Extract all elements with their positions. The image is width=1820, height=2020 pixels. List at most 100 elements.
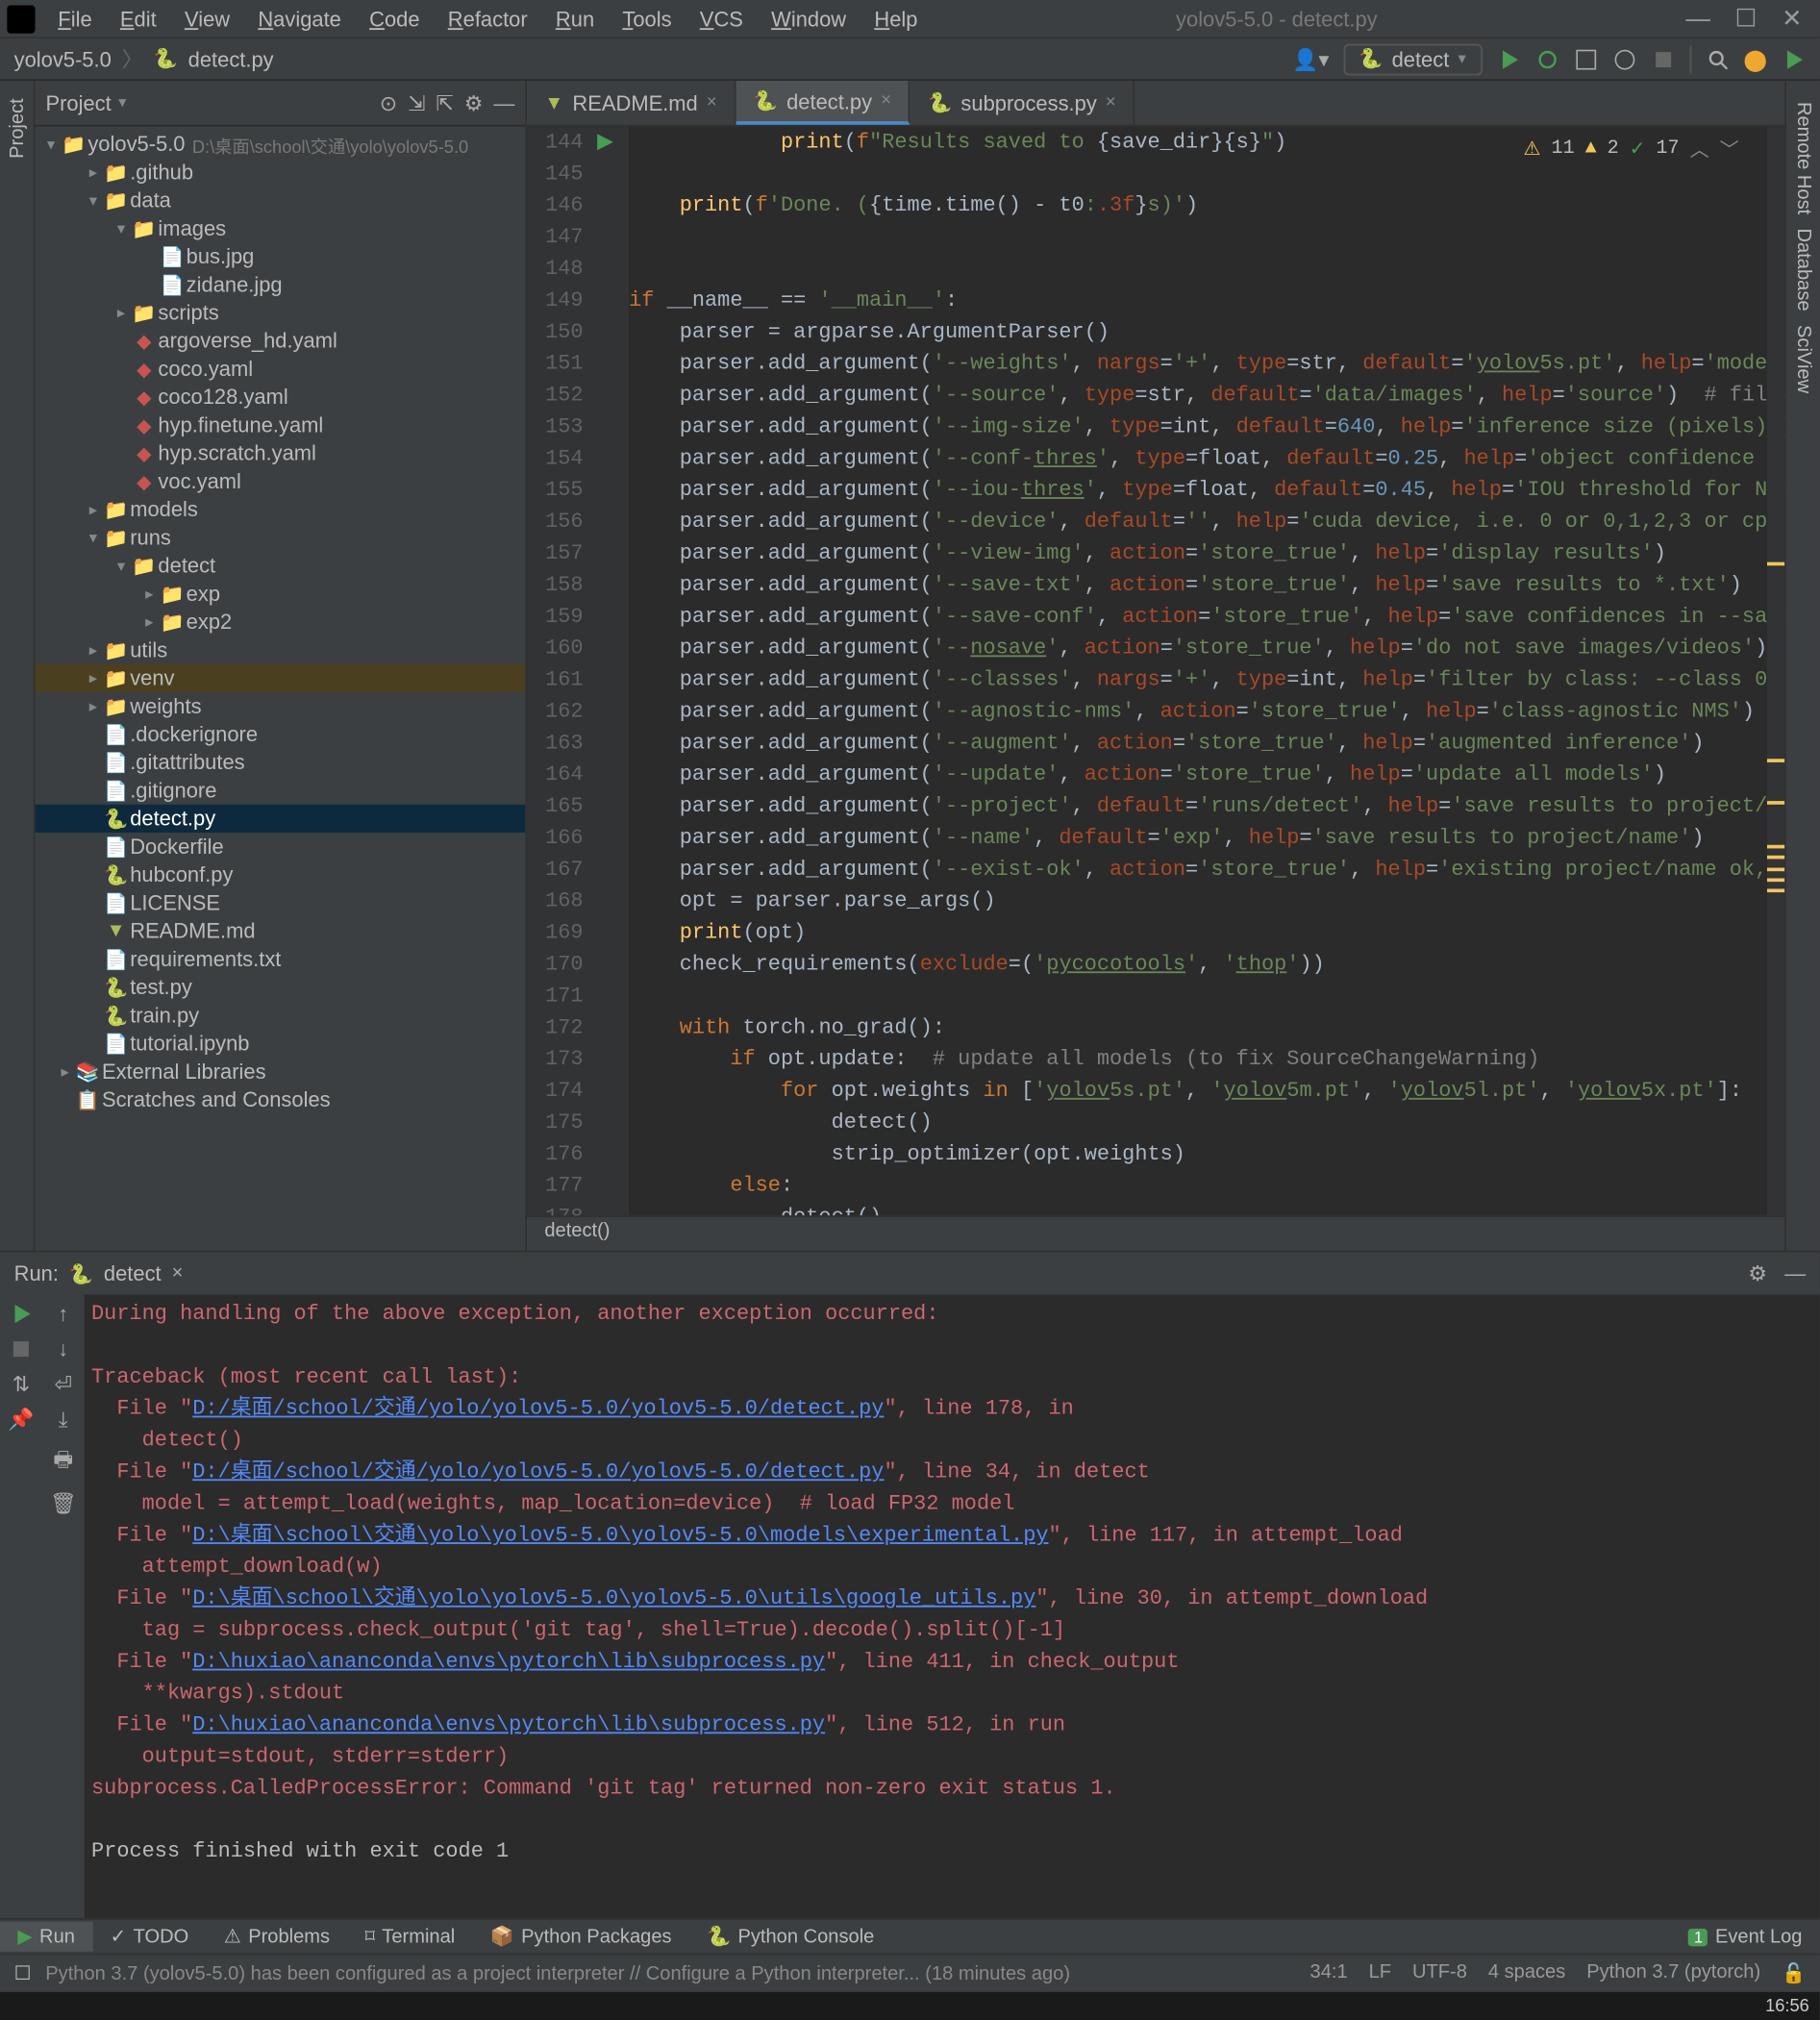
todo-tab[interactable]: ✓TODO	[92, 1922, 206, 1952]
terminal-tab[interactable]: ⌑Terminal	[347, 1922, 472, 1952]
tree-item-tutorial-ipynb[interactable]: 📄tutorial.ipynb	[36, 1030, 526, 1058]
error-stripe[interactable]	[1767, 127, 1784, 1216]
stop-button[interactable]	[1651, 46, 1676, 71]
tree-item-coco128-yaml[interactable]: ◆coco128.yaml	[36, 383, 526, 411]
minimize-button[interactable]: —	[1685, 4, 1710, 34]
pin-icon[interactable]: 📌	[8, 1407, 34, 1432]
settings-icon[interactable]: ⚙	[464, 90, 484, 115]
rerun-icon[interactable]	[9, 1302, 34, 1327]
up-stack-icon[interactable]: ↑	[58, 1302, 68, 1327]
close-tab-icon[interactable]: ×	[172, 1263, 184, 1284]
database-tab[interactable]: Database	[1789, 222, 1817, 319]
menu-run[interactable]: Run	[543, 1, 607, 37]
run-button[interactable]	[1496, 46, 1521, 71]
tree-item-models[interactable]: ▸📁models	[36, 495, 526, 523]
tree-item-External-Libraries[interactable]: ▸📚External Libraries	[36, 1058, 526, 1085]
tree-item-exp[interactable]: ▸📁exp	[36, 580, 526, 608]
menu-help[interactable]: Help	[862, 1, 931, 37]
project-tool-tab[interactable]: Project	[3, 91, 31, 165]
interpreter-info[interactable]: Python 3.7 (pytorch)	[1586, 1962, 1760, 1985]
stop-run-icon[interactable]	[9, 1336, 34, 1361]
user-icon[interactable]: 👤▾	[1292, 46, 1329, 71]
ide-update-icon[interactable]: ⬤	[1743, 46, 1767, 71]
tree-item-exp2[interactable]: ▸📁exp2	[36, 608, 526, 636]
menu-file[interactable]: File	[46, 1, 105, 37]
code-editor[interactable]: print(f"Results saved to {save_dir}{s}")…	[629, 127, 1784, 1216]
breadcrumb-file[interactable]: detect.py	[188, 46, 274, 71]
debug-button[interactable]	[1534, 46, 1559, 71]
tree-item-detect-py[interactable]: 🐍detect.py	[36, 805, 526, 833]
run-config-combo[interactable]: 🐍 detect ▾	[1343, 43, 1482, 75]
tree-item-bus-jpg[interactable]: 📄bus.jpg	[36, 242, 526, 270]
tree-item-scripts[interactable]: ▸📁scripts	[36, 299, 526, 327]
close-button[interactable]: ✕	[1782, 4, 1802, 34]
clear-icon[interactable]: 🗑	[50, 1491, 77, 1516]
menu-vcs[interactable]: VCS	[687, 1, 756, 37]
inspection-widget[interactable]: ⚠11 ▲2 ✓17 ︿﹀	[1516, 134, 1746, 165]
python-packages-tab[interactable]: 📦Python Packages	[473, 1922, 689, 1952]
scroll-end-icon[interactable]: ⤓	[59, 1407, 68, 1433]
editor-breadcrumb[interactable]: detect()	[527, 1215, 1784, 1251]
tree-item-zidane-jpg[interactable]: 📄zidane.jpg	[36, 270, 526, 298]
tree-item-Dockerfile[interactable]: 📄Dockerfile	[36, 833, 526, 860]
menu-code[interactable]: Code	[357, 1, 432, 37]
tab-close-icon[interactable]: ×	[881, 91, 891, 111]
console-output[interactable]: During handling of the above exception, …	[85, 1294, 1820, 1918]
tree-item-train-py[interactable]: 🐍train.py	[36, 1001, 526, 1029]
tree-item--gitignore[interactable]: 📄.gitignore	[36, 777, 526, 805]
line-separator[interactable]: LF	[1369, 1962, 1391, 1985]
tree-item-data[interactable]: ▾📁data	[36, 187, 526, 214]
locate-icon[interactable]: ⊙	[380, 90, 397, 115]
collapse-icon[interactable]: ⇱	[436, 90, 453, 115]
tree-item-requirements-txt[interactable]: 📄requirements.txt	[36, 945, 526, 973]
file-encoding[interactable]: UTF-8	[1412, 1962, 1467, 1985]
menu-tools[interactable]: Tools	[611, 1, 685, 37]
ide-services-icon[interactable]	[1782, 46, 1807, 71]
remote-host-tab[interactable]: Remote Host	[1789, 95, 1817, 222]
python-console-tab[interactable]: 🐍Python Console	[689, 1922, 892, 1952]
tree-item-coco-yaml[interactable]: ◆coco.yaml	[36, 355, 526, 383]
menu-view[interactable]: View	[172, 1, 242, 37]
editor-tab-detect-py[interactable]: 🐍detect.py×	[736, 81, 910, 125]
lock-icon[interactable]: 🔓	[1782, 1962, 1806, 1985]
restore-layout-icon[interactable]: ⇅	[12, 1372, 30, 1397]
tree-item-weights[interactable]: ▸📁weights	[36, 692, 526, 720]
tree-item-LICENSE[interactable]: 📄LICENSE	[36, 888, 526, 916]
coverage-button[interactable]	[1573, 46, 1598, 71]
down-stack-icon[interactable]: ↓	[58, 1336, 68, 1361]
breadcrumb-project[interactable]: yolov5-5.0	[14, 46, 112, 71]
tab-close-icon[interactable]: ×	[707, 93, 717, 112]
caret-position[interactable]: 34:1	[1310, 1962, 1348, 1985]
tab-close-icon[interactable]: ×	[1106, 93, 1116, 112]
run-settings-icon[interactable]: ⚙	[1748, 1261, 1767, 1286]
tree-root[interactable]: ▾📁 yolov5-5.0 D:\桌面\school\交通\yolo\yolov…	[36, 130, 526, 158]
run-tab[interactable]: ▶Run	[0, 1922, 92, 1952]
menu-edit[interactable]: Edit	[108, 1, 168, 37]
run-hide-icon[interactable]: —	[1784, 1261, 1806, 1286]
tree-item--github[interactable]: ▸📁.github	[36, 158, 526, 186]
tree-item-Scratches-and-Consoles[interactable]: 📋Scratches and Consoles	[36, 1085, 526, 1113]
tree-item--gitattributes[interactable]: 📄.gitattributes	[36, 748, 526, 776]
tree-item-hubconf-py[interactable]: 🐍hubconf.py	[36, 860, 526, 888]
tree-item-test-py[interactable]: 🐍test.py	[36, 973, 526, 1001]
problems-tab[interactable]: ⚠Problems	[207, 1922, 348, 1952]
notification-icon[interactable]: ☐	[14, 1962, 32, 1985]
sciview-tab[interactable]: SciView	[1789, 318, 1817, 401]
tree-item-utils[interactable]: ▸📁utils	[36, 636, 526, 663]
tree-item-hyp-finetune-yaml[interactable]: ◆hyp.finetune.yaml	[36, 411, 526, 439]
tree-item-images[interactable]: ▾📁images	[36, 214, 526, 242]
editor-tab-subprocess-py[interactable]: 🐍subprocess.py×	[910, 81, 1135, 125]
menu-refactor[interactable]: Refactor	[436, 1, 539, 37]
expand-icon[interactable]: ⇲	[408, 90, 425, 115]
tree-item-argoverse_hd-yaml[interactable]: ◆argoverse_hd.yaml	[36, 327, 526, 355]
menu-window[interactable]: Window	[759, 1, 859, 37]
soft-wrap-icon[interactable]: ⏎	[55, 1372, 72, 1397]
print-icon[interactable]: 🖶	[53, 1444, 73, 1481]
maximize-button[interactable]: ☐	[1735, 4, 1758, 34]
tree-item-voc-yaml[interactable]: ◆voc.yaml	[36, 467, 526, 495]
menu-navigate[interactable]: Navigate	[246, 1, 354, 37]
hide-icon[interactable]: —	[493, 90, 514, 115]
tree-item-venv[interactable]: ▸📁venv	[36, 664, 526, 692]
search-everywhere-icon[interactable]	[1705, 46, 1730, 71]
event-log-tab[interactable]: 1Event Log	[1671, 1923, 1819, 1951]
